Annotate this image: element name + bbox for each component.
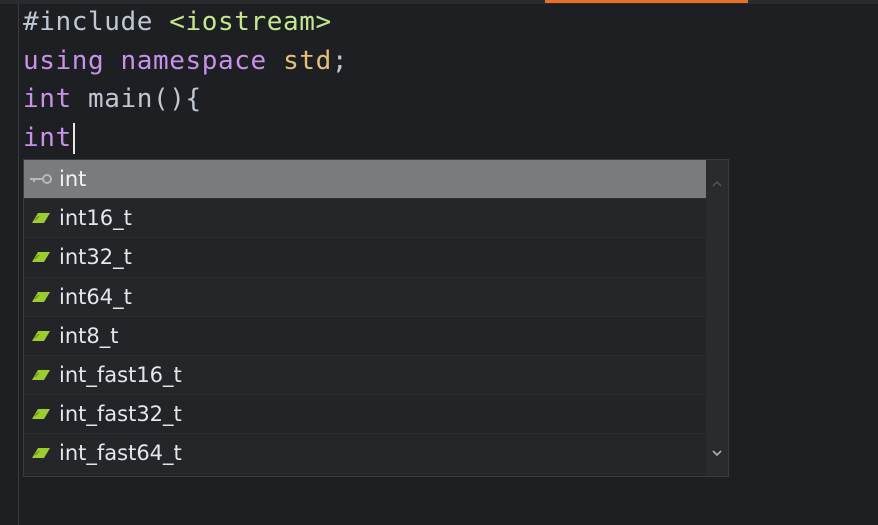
keyword-icon <box>28 169 54 189</box>
completion-item-label: int_fast64_t <box>59 441 182 466</box>
code-line[interactable]: using namespace std; <box>23 42 878 81</box>
code-token: <iostream> <box>169 7 332 37</box>
completion-item-label: int_fast16_t <box>59 363 182 388</box>
completion-item-label: int_fast32_t <box>59 402 182 427</box>
code-token: std <box>283 45 332 76</box>
gutter-divider <box>18 4 19 525</box>
chevron-up-icon[interactable] <box>706 172 728 194</box>
completion-item-label: int32_t <box>59 245 132 270</box>
code-line[interactable]: #include <iostream> <box>23 3 878 42</box>
completion-item[interactable]: int_fast16_t <box>24 355 708 396</box>
code-token: using <box>23 45 121 76</box>
code-token: namespace <box>120 45 284 76</box>
autocomplete-list: int int16_t int32_t int64_t int8_t int_fast16… <box>24 160 708 474</box>
completion-item-label: int16_t <box>59 206 132 231</box>
type-icon <box>28 247 54 267</box>
completion-item[interactable]: int_fast32_t <box>24 395 708 435</box>
completion-item-label: int <box>59 167 87 192</box>
completion-item-label: int64_t <box>59 284 132 309</box>
completion-item[interactable]: int8_t <box>24 317 708 356</box>
completion-item[interactable]: int16_t <box>24 199 708 239</box>
code-token: int <box>23 122 72 153</box>
completion-item[interactable]: int64_t <box>24 277 708 317</box>
code-token: int <box>23 84 89 114</box>
type-icon <box>28 326 54 346</box>
text-caret <box>72 122 75 154</box>
code-token: main(){ <box>88 84 202 114</box>
type-icon <box>28 365 54 385</box>
code-token: #include <box>23 7 170 37</box>
type-icon <box>28 208 54 228</box>
code-token: ; <box>331 45 349 76</box>
code-line[interactable]: int <box>23 119 878 158</box>
completion-item[interactable]: int_fast64_t <box>24 434 708 474</box>
type-icon <box>28 287 54 307</box>
autocomplete-scrollbar[interactable] <box>706 160 728 476</box>
completion-item[interactable]: int32_t <box>24 238 708 278</box>
type-icon <box>28 404 54 424</box>
completion-item-label: int8_t <box>59 323 119 348</box>
code-line[interactable]: int main(){ <box>23 80 878 119</box>
type-icon <box>28 443 54 463</box>
completion-item[interactable]: int <box>24 160 708 200</box>
autocomplete-popup: int int16_t int32_t int64_t int8_t int_fast16… <box>23 159 729 477</box>
chevron-down-icon[interactable] <box>706 442 728 464</box>
